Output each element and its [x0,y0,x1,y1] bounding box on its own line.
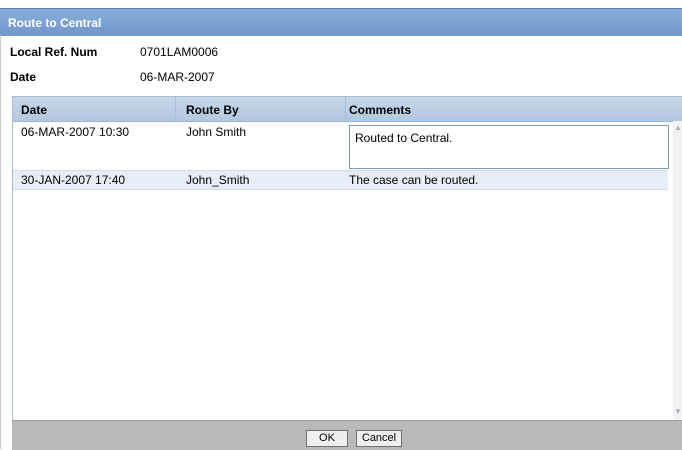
table-row[interactable]: 30-JAN-2007 17:40 John_Smith The case ca… [13,170,668,190]
local-ref-label: Local Ref. Num [10,45,98,59]
ok-button[interactable]: OK [306,430,348,447]
dialog-left-border [0,35,1,449]
cancel-button[interactable]: Cancel [356,430,402,447]
comments-editor[interactable]: Routed to Central. [349,125,669,169]
row-date: 30-JAN-2007 17:40 [21,173,126,187]
column-header-route-by[interactable]: Route By [186,103,239,117]
date-value: 06-MAR-2007 [140,70,215,84]
column-divider[interactable] [175,97,176,121]
column-header-date[interactable]: Date [21,103,47,117]
table-row[interactable]: 06-MAR-2007 10:30 John Smith Routed to C… [13,122,669,170]
row-route-by: John_Smith [186,173,250,187]
row-date: 06-MAR-2007 10:30 [21,125,130,139]
scroll-down-icon[interactable]: ▼ [673,405,682,419]
column-divider[interactable] [345,97,346,121]
grid-header: Date Route By Comments [13,97,682,122]
dialog-titlebar[interactable]: Route to Central [0,8,682,36]
row-route-by: John Smith [186,125,247,139]
local-ref-value: 0701LAM0006 [140,45,219,59]
scroll-up-icon[interactable]: ▲ [673,121,682,135]
row-comments: The case can be routed. [349,173,479,187]
dialog-footer: OK Cancel [12,420,682,450]
column-header-comments[interactable]: Comments [349,103,411,117]
routing-history-grid: Date Route By Comments 06-MAR-2007 10:30… [12,96,682,421]
route-dialog: Route to Central Local Ref. Num 0701LAM0… [0,0,682,450]
vertical-scrollbar[interactable]: ▲ ▼ [673,121,682,419]
dialog-title: Route to Central [8,16,102,30]
date-label: Date [10,70,37,84]
